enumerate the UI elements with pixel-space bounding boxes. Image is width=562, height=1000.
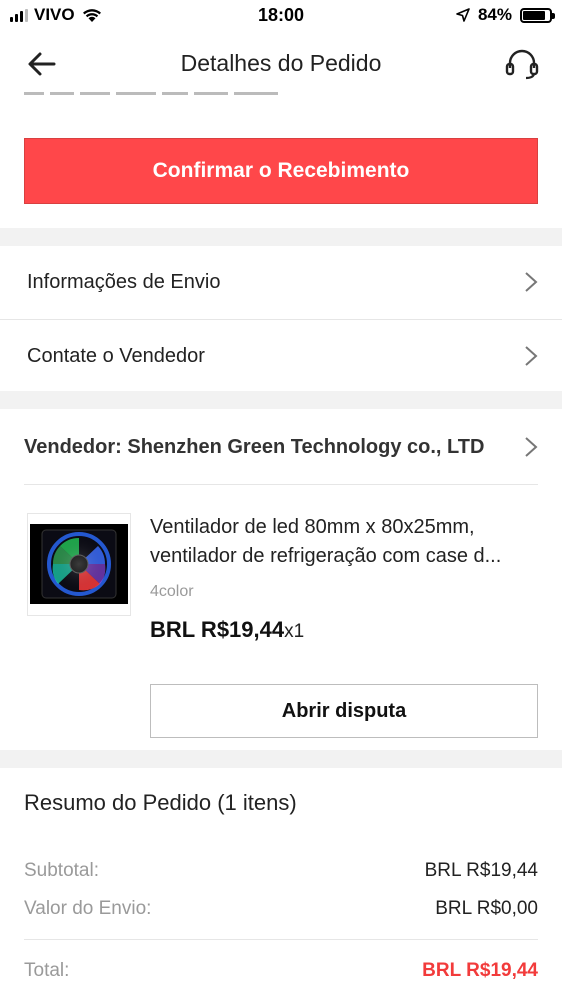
shipping-info-row[interactable]: Informações de Envio [0,246,562,319]
section-divider [0,750,562,768]
battery-percent: 84% [477,5,512,24]
battery-icon [520,7,555,23]
shipping-info-label: Informações de Envio [27,271,221,293]
open-dispute-button[interactable]: Abrir disputa [150,684,538,738]
product-price: BRL R$19,44 [150,617,285,642]
product-title[interactable]: Ventilador de led 80mm x 80x25mm, ventil… [150,513,540,571]
total-label: Total: [24,960,70,981]
chevron-right-icon [525,346,538,366]
battery-fill [523,10,545,20]
summary-divider [24,939,538,940]
headset-icon[interactable] [502,44,542,84]
fan-image [41,529,117,599]
seller-name: Vendedor: Shenzhen Green Technology co.,… [24,436,485,458]
section-divider [0,391,562,409]
contact-seller-row[interactable]: Contate o Vendedor [0,320,562,391]
seller-row[interactable]: Vendedor: Shenzhen Green Technology co.,… [0,409,562,484]
subtotal-label: Subtotal: [24,860,99,881]
shipping-cost-label: Valor do Envio: [24,898,152,919]
product-quantity: x1 [284,621,305,642]
contact-seller-label: Contate o Vendedor [27,345,205,367]
product-variant: 4color [150,583,194,600]
row-divider [24,484,538,485]
confirm-receipt-button[interactable]: Confirmar o Recebimento [24,138,538,204]
status-right: 84% [456,5,555,25]
section-divider [0,228,562,246]
scrolled-text-fragment [24,92,304,98]
subtotal-value: BRL R$19,44 [424,860,538,881]
product-price-line: BRL R$19,44x1 [150,617,304,643]
page-title: Detalhes do Pedido [180,50,382,76]
product-title-line: Ventilador de led 80mm x 80x25mm, [150,516,475,538]
app-header: Detalhes do Pedido [0,32,562,94]
location-arrow-icon [456,8,470,22]
status-bar: VIVO 18:00 84% [0,0,562,32]
total-value: BRL R$19,44 [422,960,538,981]
chevron-right-icon [525,437,538,457]
product-image [30,524,128,604]
product-thumbnail[interactable] [27,513,131,616]
shipping-cost-value: BRL R$0,00 [435,898,538,919]
order-summary-title: Resumo do Pedido (1 itens) [24,790,297,815]
product-title-line: ventilador de refrigeração com case d... [150,545,502,567]
chevron-right-icon [525,272,538,292]
